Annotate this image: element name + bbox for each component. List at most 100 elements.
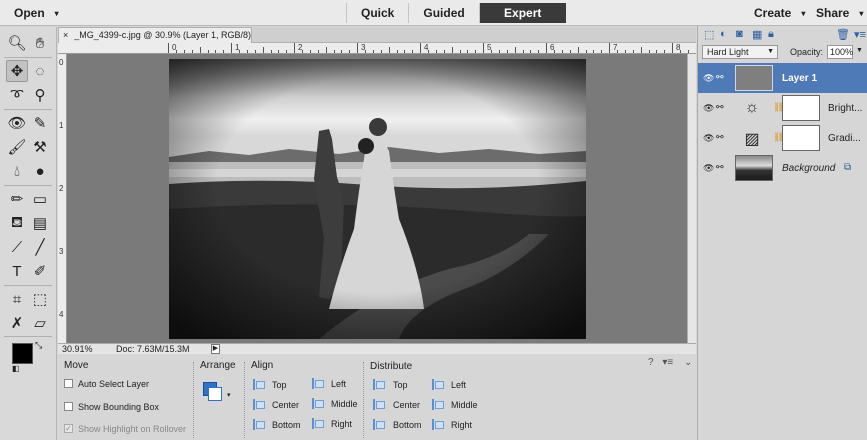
arrange-button[interactable]: ▾ xyxy=(203,382,231,404)
move-tool-icon[interactable]: ✥ xyxy=(6,60,28,82)
pencil-tool-icon[interactable]: ✐ xyxy=(29,260,51,282)
link-icon[interactable]: ⚯ xyxy=(716,102,724,113)
zoom-value[interactable]: 30.91% xyxy=(62,344,93,354)
foreground-color-swatch[interactable] xyxy=(12,343,33,364)
ruler-tick xyxy=(380,50,382,53)
lasso-tool-icon[interactable]: ➰︎ xyxy=(6,84,28,106)
brush-tool-icon[interactable]: ✏︎ xyxy=(6,188,28,210)
align-top-label[interactable]: Top xyxy=(272,380,287,390)
spot-healing-tool-icon[interactable]: ✎ xyxy=(29,112,51,134)
new-adjustment-icon[interactable]: ◐ xyxy=(720,28,727,40)
recompose-tool-icon[interactable]: ⬚ xyxy=(29,288,51,310)
distribute-bottom-icon[interactable] xyxy=(373,419,385,430)
canvas-area[interactable] xyxy=(67,54,687,343)
open-menu[interactable]: Open ▾ xyxy=(14,6,59,20)
distribute-top-icon[interactable] xyxy=(373,379,385,390)
align-middle-icon[interactable] xyxy=(312,398,324,409)
lock-icon[interactable]: ⧉ xyxy=(844,162,851,173)
align-left-icon[interactable] xyxy=(312,378,324,389)
red-eye-tool-icon[interactable]: 👁︎ xyxy=(6,112,28,134)
content-aware-move-tool-icon[interactable]: ✗ xyxy=(6,312,28,334)
hand-tool-icon[interactable]: ✋︎ xyxy=(29,32,51,54)
panel-menu-icon[interactable]: ▾≡ xyxy=(854,28,866,41)
custom-shape-tool-icon[interactable]: ╱ xyxy=(29,236,51,258)
auto-select-checkbox[interactable] xyxy=(64,379,73,388)
smart-brush-tool-icon[interactable]: 🖌︎ xyxy=(6,136,28,158)
distribute-middle-label[interactable]: Middle xyxy=(451,400,478,410)
ruler-tick xyxy=(199,47,201,53)
collapse-chevron-icon[interactable]: ⌄ xyxy=(684,357,692,368)
lock-transparent-icon[interactable]: ▦ xyxy=(752,28,762,41)
eraser-tool-icon[interactable]: ▭ xyxy=(29,188,51,210)
layer-row-brightness[interactable]: 👁︎ ⚯ ☼ ⛓︎ Bright... xyxy=(698,93,867,123)
align-bottom-icon[interactable] xyxy=(253,419,265,430)
marquee-tool-icon[interactable]: ◌ xyxy=(29,60,51,82)
zoom-tool-icon[interactable]: 🔍︎ xyxy=(6,32,28,54)
crop-tool-icon[interactable]: ⌗ xyxy=(6,288,28,310)
visibility-eye-icon[interactable]: 👁︎ xyxy=(703,103,714,114)
distribute-middle-icon[interactable] xyxy=(432,399,444,410)
clone-stamp-tool-icon[interactable]: ⚒ xyxy=(29,136,51,158)
distribute-left-label[interactable]: Left xyxy=(451,380,466,390)
align-center-icon[interactable] xyxy=(253,399,265,410)
default-colors-icon[interactable]: ◧ xyxy=(12,364,20,373)
show-highlight-checkbox[interactable]: ✓ xyxy=(64,424,73,433)
align-right-icon[interactable] xyxy=(312,418,324,429)
blend-mode-select[interactable]: Hard Light ▼ xyxy=(702,45,778,59)
distribute-right-label[interactable]: Right xyxy=(451,420,472,430)
visibility-eye-icon[interactable]: 👁︎ xyxy=(703,163,714,174)
paint-bucket-tool-icon[interactable]: ⛾ xyxy=(6,212,28,234)
show-bounding-checkbox[interactable] xyxy=(64,402,73,411)
layer-row-background[interactable]: 👁︎ ⚯ Background ⧉ xyxy=(698,153,867,183)
tab-guided[interactable]: Guided xyxy=(408,3,478,23)
photo-image[interactable] xyxy=(169,59,586,339)
vertical-scrollbar[interactable] xyxy=(687,54,696,343)
new-layer-icon[interactable]: ⬚ xyxy=(704,28,714,41)
link-icon[interactable]: ⚯ xyxy=(716,132,724,143)
blur-tool-icon[interactable]: 💧︎ xyxy=(6,160,28,182)
create-menu[interactable]: Create ▾ xyxy=(754,6,805,20)
chevron-down-icon[interactable]: ▼ xyxy=(856,47,863,54)
quick-selection-tool-icon[interactable]: ⚲ xyxy=(29,84,51,106)
link-icon[interactable]: ⚯ xyxy=(716,162,724,173)
tool-options-bar: Move Auto Select Layer Show Bounding Box… xyxy=(58,354,696,440)
distribute-top-label[interactable]: Top xyxy=(393,380,408,390)
distribute-left-icon[interactable] xyxy=(432,379,444,390)
close-icon[interactable]: × xyxy=(63,30,68,40)
distribute-bottom-label[interactable]: Bottom xyxy=(393,420,422,430)
document-tab[interactable]: × _MG_4399-c.jpg @ 30.9% (Layer 1, RGB/8)… xyxy=(58,27,257,43)
straighten-tool-icon[interactable]: ▱ xyxy=(29,312,51,334)
tab-quick[interactable]: Quick xyxy=(346,3,408,23)
visibility-eye-icon[interactable]: 👁︎ xyxy=(703,133,714,144)
eyedropper-tool-icon[interactable]: ⟋ xyxy=(6,236,28,258)
ruler-tick xyxy=(443,50,445,53)
help-icon[interactable]: ? xyxy=(648,357,654,368)
layer-row-gradient[interactable]: 👁︎ ⚯ ▨ ⛓︎ Gradi... xyxy=(698,123,867,153)
align-middle-label[interactable]: Middle xyxy=(331,399,358,409)
align-center-label[interactable]: Center xyxy=(272,400,299,410)
visibility-eye-icon[interactable]: 👁︎ xyxy=(703,73,714,84)
tab-expert[interactable]: Expert xyxy=(478,3,566,23)
layer-row-layer1[interactable]: 👁︎ ⚯ Layer 1 xyxy=(698,63,867,93)
status-menu-arrow-icon[interactable]: ▶ xyxy=(211,344,220,354)
distribute-center-icon[interactable] xyxy=(373,399,385,410)
delete-layer-icon[interactable]: 🗑︎ xyxy=(836,28,850,41)
sponge-tool-icon[interactable]: ● xyxy=(29,160,51,182)
add-mask-icon[interactable]: ◙ xyxy=(736,28,743,40)
distribute-center-label[interactable]: Center xyxy=(393,400,420,410)
share-menu[interactable]: Share ▾ xyxy=(816,6,863,20)
gradient-tool-icon[interactable]: ▤ xyxy=(29,212,51,234)
ruler-tick xyxy=(522,50,524,53)
align-left-label[interactable]: Left xyxy=(331,379,346,389)
opacity-field[interactable]: 100% xyxy=(827,45,853,59)
align-bottom-label[interactable]: Bottom xyxy=(272,420,301,430)
ruler-tick xyxy=(364,50,366,53)
align-top-icon[interactable] xyxy=(253,379,265,390)
options-menu-icon[interactable]: ▾≡ xyxy=(662,357,673,368)
link-icon[interactable]: ⚯ xyxy=(716,72,724,83)
swap-colors-icon[interactable]: ⤡ xyxy=(35,340,42,351)
align-right-label[interactable]: Right xyxy=(331,419,352,429)
distribute-right-icon[interactable] xyxy=(432,419,444,430)
lock-all-icon[interactable]: 🔒︎ xyxy=(768,28,774,41)
type-tool-icon[interactable]: T xyxy=(6,260,28,282)
